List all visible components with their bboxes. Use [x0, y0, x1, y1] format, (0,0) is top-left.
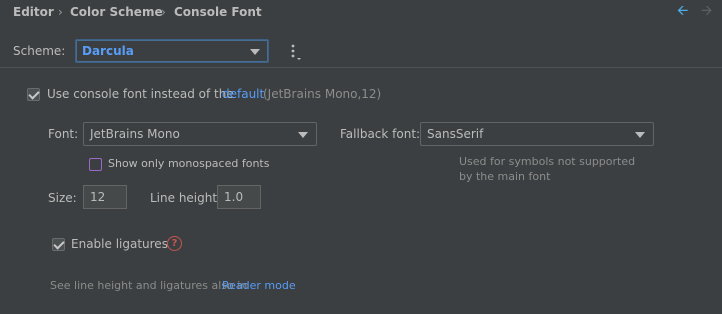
size-label: Size:	[48, 191, 77, 205]
fallback-font-label: Fallback font:	[340, 127, 421, 141]
font-value: JetBrains Mono	[90, 127, 180, 141]
size-input[interactable]: 12	[83, 185, 127, 209]
breadcrumb-color-scheme[interactable]: Color Scheme	[70, 4, 163, 20]
footer-text: See line height and ligatures also in	[50, 279, 248, 292]
line-height-value: 1.0	[224, 190, 244, 204]
fallback-hint-line1: Used for symbols not supported	[459, 155, 636, 168]
arrow-right-icon[interactable]: 🡪	[701, 3, 712, 19]
fallback-font-value: SansSerif	[427, 127, 484, 141]
chevron-down-icon	[298, 132, 308, 138]
help-circle-icon[interactable]: ?	[167, 236, 182, 251]
monospaced-label: Show only monospaced fonts	[108, 157, 270, 170]
use-console-font-checkbox[interactable]	[27, 88, 40, 101]
breadcrumb-separator: ›	[161, 5, 166, 19]
divider	[0, 67, 722, 68]
size-value: 12	[90, 190, 106, 204]
scheme-dropdown[interactable]: Darcula	[75, 39, 269, 63]
font-dropdown[interactable]: JetBrains Mono	[83, 122, 317, 146]
default-font-link[interactable]: default	[222, 86, 264, 102]
breadcrumb-editor[interactable]: Editor	[13, 4, 54, 20]
scheme-label: Scheme:	[13, 44, 66, 58]
use-console-font-label: Use console font instead of the	[47, 87, 234, 101]
chevron-down-icon	[250, 49, 260, 55]
font-label: Font:	[48, 127, 79, 141]
arrow-left-icon[interactable]: 🡨	[677, 3, 688, 19]
enable-ligatures-checkbox[interactable]	[52, 238, 65, 251]
reader-mode-link[interactable]: Reader mode	[222, 278, 296, 293]
breadcrumb-console-font: Console Font	[174, 5, 262, 19]
fallback-font-dropdown[interactable]: SansSerif	[420, 122, 654, 146]
monospaced-checkbox[interactable]	[89, 158, 102, 171]
enable-ligatures-label: Enable ligatures	[71, 237, 168, 251]
breadcrumb-separator: ›	[58, 5, 63, 19]
chevron-down-icon	[635, 132, 645, 138]
line-height-input[interactable]: 1.0	[217, 185, 261, 209]
more-vertical-icon[interactable]	[288, 42, 304, 62]
default-font-info: (JetBrains Mono,12)	[263, 87, 382, 101]
fallback-hint-line2: by the main font	[459, 170, 551, 183]
line-height-label: Line height:	[150, 191, 222, 205]
scheme-value: Darcula	[82, 44, 134, 58]
